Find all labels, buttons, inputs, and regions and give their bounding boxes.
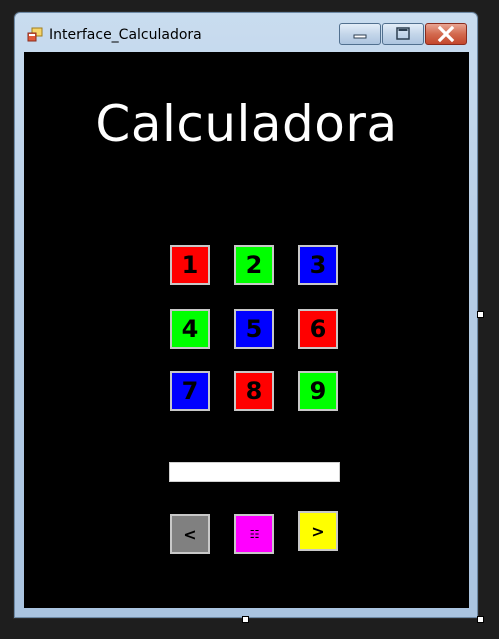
- key-label: 2: [245, 251, 263, 279]
- close-icon: [437, 25, 455, 43]
- page-title: Calculadora: [95, 95, 398, 153]
- key-6-button[interactable]: 6: [298, 309, 338, 349]
- key-5-button[interactable]: 5: [234, 309, 274, 349]
- key-label: 5: [245, 315, 263, 343]
- key-label: 7: [181, 377, 199, 405]
- key-4-button[interactable]: 4: [170, 309, 210, 349]
- key-label: 4: [181, 315, 199, 343]
- key-3-button[interactable]: 3: [298, 245, 338, 285]
- app-form-icon: [27, 27, 43, 43]
- key-2-button[interactable]: 2: [234, 245, 274, 285]
- resize-handle-bottom[interactable]: [242, 616, 249, 623]
- form-client-area: Calculadora 1 2 3 4 5 6 7 8 9 < ☷ >: [24, 52, 469, 608]
- key-label: 3: [309, 251, 327, 279]
- title-bar[interactable]: Interface_Calculadora: [15, 13, 477, 53]
- next-icon: >: [311, 521, 325, 541]
- minimize-button[interactable]: [339, 23, 381, 45]
- form-window: Interface_Calculadora Calculadora 1 2 3 …: [14, 12, 478, 618]
- resize-handle-corner[interactable]: [477, 616, 484, 623]
- equals-button[interactable]: ☷: [234, 514, 274, 554]
- key-label: 6: [309, 315, 327, 343]
- maximize-icon: [396, 27, 410, 40]
- key-7-button[interactable]: 7: [170, 371, 210, 411]
- key-8-button[interactable]: 8: [234, 371, 274, 411]
- resize-handle-right[interactable]: [477, 311, 484, 318]
- next-button[interactable]: >: [298, 511, 338, 551]
- minimize-icon: [353, 34, 367, 39]
- key-9-button[interactable]: 9: [298, 371, 338, 411]
- window-title: Interface_Calculadora: [49, 27, 202, 43]
- key-label: 1: [181, 251, 199, 279]
- back-button[interactable]: <: [170, 514, 210, 554]
- key-1-button[interactable]: 1: [170, 245, 210, 285]
- caption-buttons: [338, 23, 467, 45]
- maximize-button[interactable]: [382, 23, 424, 45]
- back-icon: <: [183, 524, 197, 544]
- key-label: 8: [245, 377, 263, 405]
- equals-icon: ☷: [249, 527, 260, 541]
- key-label: 9: [309, 377, 327, 405]
- result-textbox[interactable]: [169, 462, 340, 482]
- close-button[interactable]: [425, 23, 467, 45]
